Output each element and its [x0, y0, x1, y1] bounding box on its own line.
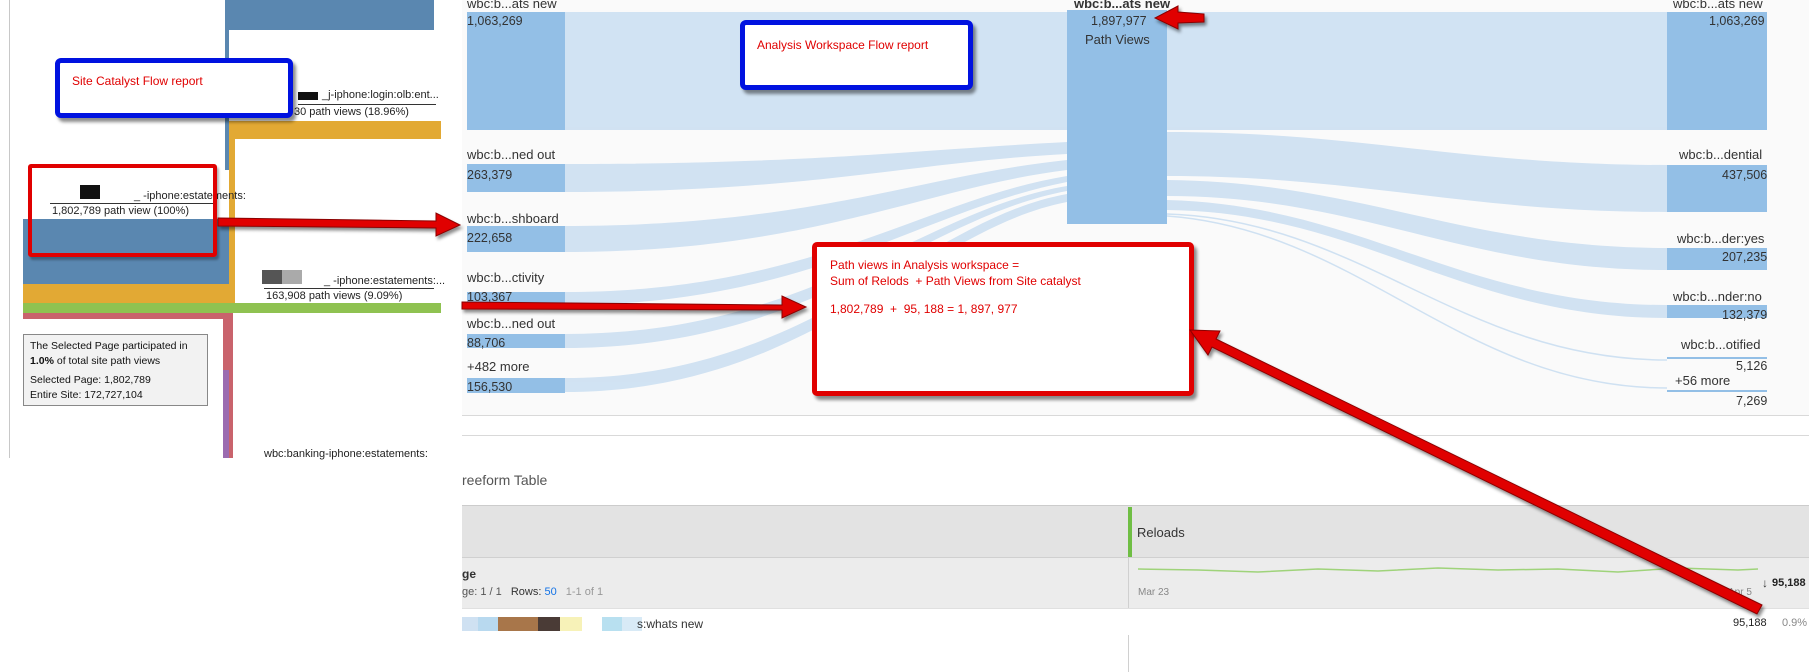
node-count: 163,908 path views (9.09%): [266, 290, 403, 302]
swatch: [478, 617, 498, 631]
node-count: 30 path views (18.96%): [294, 106, 409, 118]
flow-node-value: 222,658: [467, 231, 513, 245]
sort-arrow-icon[interactable]: ↓: [1762, 576, 1768, 590]
redacted-block: [298, 92, 318, 100]
panel-border: [9, 0, 10, 458]
row-label[interactable]: s:whats new: [637, 617, 703, 631]
formula-callout: Path views in Analysis workspace = Sum o…: [812, 242, 1194, 396]
date-start: Mar 23: [1138, 587, 1170, 598]
flow-node-label[interactable]: wbc:b...nder:no: [1673, 289, 1762, 304]
pager-text: ge: 1 / 1: [462, 586, 502, 598]
flow-node-value: 132,379: [1722, 308, 1768, 322]
flow-node-value: 5,126: [1736, 359, 1768, 373]
flow-bar-purple-vertical: [223, 370, 229, 458]
flow-node-label[interactable]: wbc:b...ats new: [467, 0, 557, 11]
swatch: [582, 617, 602, 631]
flow-node-underline: [1667, 390, 1767, 392]
flow-node-bar[interactable]: [1667, 12, 1767, 130]
flow-link: [1167, 132, 1667, 212]
swatch: [538, 617, 560, 631]
swatch: [602, 617, 622, 631]
flow-node-label[interactable]: wbc:b...shboard: [467, 211, 559, 226]
date-end: Apr 5: [1728, 587, 1752, 598]
flow-node-bar[interactable]: [467, 12, 565, 130]
participation-info-box: The Selected Page participated in 1.0% o…: [23, 334, 208, 406]
rows-label: Rows:: [510, 586, 542, 598]
column-header-reloads[interactable]: Reloads: [1137, 525, 1185, 540]
flow-node-value: 88,706: [467, 336, 506, 350]
table-title[interactable]: reeform Table: [462, 472, 547, 488]
info-selected: Selected Page: 1,802,789: [30, 374, 151, 386]
flow-node-value: 1,063,269: [1709, 14, 1765, 28]
info-line: The Selected Page participated in: [30, 340, 188, 352]
flow-link: [1166, 213, 1668, 361]
formula-line: 1,802,789 + 95, 188 = 1, 897, 977: [830, 302, 1018, 316]
node-label: _ -iphone:estatements:...: [324, 275, 446, 287]
flow-link: [1167, 12, 1667, 130]
flow-bar-gold-vertical: [229, 139, 235, 289]
flow-node-label[interactable]: +56 more: [1675, 373, 1730, 388]
flow-node-value: 156,530: [467, 380, 513, 394]
flow-node-label[interactable]: wbc:b...ned out: [467, 316, 555, 331]
flow-node-label[interactable]: wbc:b...otified: [1681, 337, 1761, 352]
divider: [462, 435, 1809, 436]
flow-node-value: 437,506: [1722, 168, 1768, 182]
range-text: 1-1 of 1: [565, 586, 604, 598]
flow-node-value: 207,235: [1722, 250, 1768, 264]
row-value: 95,188: [1733, 617, 1767, 629]
flow-link: [565, 142, 1067, 192]
column-accent: [1128, 507, 1132, 557]
flow-node-label[interactable]: wbc:b...ned out: [467, 147, 555, 162]
flow-bar-gold: [229, 121, 441, 139]
callout-text: Site Catalyst Flow report: [72, 74, 203, 88]
flow-node-value: 263,379: [467, 168, 513, 182]
info-text: of total site path views: [56, 355, 161, 367]
flow-bar-top: [225, 0, 434, 30]
node-underline: [264, 288, 434, 289]
redacted-block: [262, 270, 282, 284]
flow-bar-salmon: [23, 313, 233, 319]
rows-selector[interactable]: 50: [544, 586, 556, 598]
flow-bar-gold-base: [23, 284, 235, 303]
formula-line: Path views in Analysis workspace =: [830, 258, 1020, 272]
callout-text: Analysis Workspace Flow report: [757, 38, 929, 52]
center-node-value: 1,897,977: [1091, 14, 1147, 28]
flow-node-label[interactable]: +482 more: [467, 359, 530, 374]
node-label: _j-iphone:login:olb:ent...: [322, 89, 439, 101]
center-node-label[interactable]: wbc:b...ats new: [1074, 0, 1170, 11]
info-site: Entire Site: 172,727,104: [30, 389, 143, 401]
swatch: [560, 617, 582, 631]
table-pager: ge: 1 / 1 Rows: 50 1-1 of 1: [462, 586, 603, 598]
node-label: wbc:banking-iphone:estatements:: [264, 448, 428, 460]
flow-node-value: 7,269: [1736, 394, 1768, 408]
flow-node-label[interactable]: wbc:b...ats new: [1673, 0, 1763, 11]
column-total: 95,188: [1772, 577, 1806, 589]
formula-line: Sum of Relods + Path Views from Site cat…: [830, 274, 1081, 288]
swatch: [462, 617, 478, 631]
swatch: [498, 617, 538, 631]
row-percent: 0.9%: [1782, 617, 1808, 629]
table-header-row: [462, 505, 1809, 558]
redacted-block: [282, 270, 302, 284]
flow-node-label[interactable]: wbc:b...der:yes: [1677, 231, 1764, 246]
node-underline: [298, 104, 436, 105]
flow-node-value: 103,367: [467, 290, 513, 304]
info-percent: 1.0%: [30, 355, 54, 367]
divider: [462, 415, 1809, 416]
info-line: 1.0% of total site path views: [30, 354, 201, 369]
site-catalyst-callout: Site Catalyst Flow report: [55, 58, 293, 118]
row-swatches: [462, 617, 642, 631]
flow-bar-green: [23, 303, 441, 313]
sparkline: [1138, 567, 1758, 573]
flow-node-label[interactable]: wbc:b...ctivity: [467, 270, 544, 285]
flow-node-label[interactable]: wbc:b...dential: [1679, 147, 1762, 162]
selected-page-highlight: [28, 164, 217, 257]
flow-node-value: 1,063,269: [467, 14, 523, 28]
workspace-callout: Analysis Workspace Flow report: [740, 20, 973, 90]
dimension-label: ge: [462, 567, 477, 581]
center-node-metric: Path Views: [1085, 32, 1150, 47]
